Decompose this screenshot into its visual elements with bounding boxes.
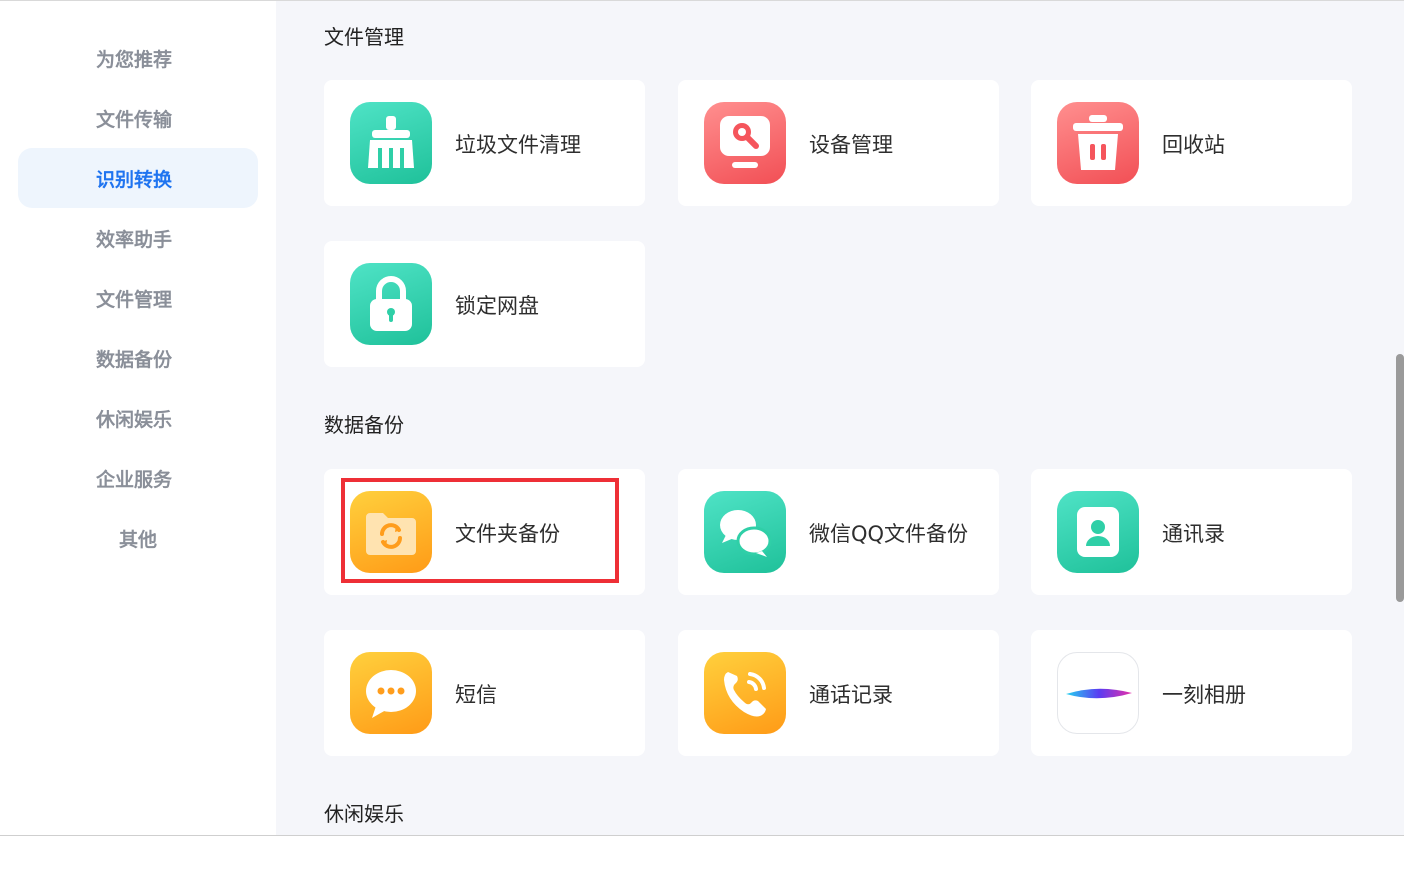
sidebar-item-recommended[interactable]: 为您推荐 (18, 28, 258, 88)
section-title-data-backup: 数据备份 (324, 413, 404, 437)
tool-card-sms[interactable]: 短信 (324, 630, 645, 756)
tool-card-device-management[interactable]: 设备管理 (678, 80, 999, 206)
section-title-entertainment: 休闲娱乐 (324, 802, 404, 826)
sms-bubble-icon (350, 652, 432, 734)
tool-card-wechat-qq-backup[interactable]: 微信QQ文件备份 (678, 469, 999, 595)
tool-card-junk-cleanup[interactable]: 垃圾文件清理 (324, 80, 645, 206)
sidebar-item-label: 效率助手 (96, 229, 173, 251)
main-content: 文件管理 垃圾文件清理 设备管理 回收站 锁定网盘 数据备份 文件夹备份 微信Q… (276, 1, 1404, 835)
chat-bubbles-icon (704, 491, 786, 573)
sidebar-item-recognition-conversion[interactable]: 识别转换 (18, 148, 258, 208)
sidebar-item-efficiency-assistant[interactable]: 效率助手 (18, 208, 258, 268)
sidebar-item-label: 数据备份 (96, 349, 173, 371)
tool-card-label: 锁定网盘 (455, 294, 539, 318)
folder-sync-icon (350, 491, 432, 573)
tool-card-label: 回收站 (1162, 133, 1225, 157)
sidebar-item-label: 其他 (118, 529, 157, 551)
sidebar-item-file-transfer[interactable]: 文件传输 (18, 88, 258, 148)
tool-card-lock-netdisk[interactable]: 锁定网盘 (324, 241, 645, 367)
tool-card-label: 通讯录 (1162, 522, 1225, 546)
app-window: 为您推荐 文件传输 识别转换 效率助手 文件管理 数据备份 休闲娱乐 企业服务 … (0, 0, 1404, 836)
device-monitor-icon (704, 102, 786, 184)
contacts-icon (1057, 491, 1139, 573)
lock-icon (350, 263, 432, 345)
tool-card-label: 短信 (455, 683, 497, 707)
tool-card-label: 设备管理 (809, 133, 893, 157)
tool-card-label: 垃圾文件清理 (455, 133, 581, 157)
broom-icon (350, 102, 432, 184)
tool-card-contacts[interactable]: 通讯录 (1031, 469, 1352, 595)
sidebar-item-label: 文件传输 (96, 109, 173, 131)
sidebar-item-enterprise-services[interactable]: 企业服务 (18, 448, 258, 508)
trash-bin-icon (1057, 102, 1139, 184)
sidebar-item-entertainment[interactable]: 休闲娱乐 (18, 388, 258, 448)
sidebar-item-label: 识别转换 (96, 169, 173, 191)
sidebar-item-data-backup[interactable]: 数据备份 (18, 328, 258, 388)
sidebar-item-label: 企业服务 (96, 469, 173, 491)
tool-card-call-log[interactable]: 通话记录 (678, 630, 999, 756)
tool-card-label: 一刻相册 (1162, 683, 1246, 707)
sidebar-item-other[interactable]: 其他 (18, 508, 258, 568)
album-feather-icon (1057, 652, 1139, 734)
tool-card-folder-backup[interactable]: 文件夹备份 (324, 469, 645, 595)
scrollbar-thumb[interactable] (1396, 354, 1404, 602)
sidebar-item-label: 为您推荐 (96, 49, 173, 71)
sidebar-item-label: 休闲娱乐 (96, 409, 173, 431)
sidebar: 为您推荐 文件传输 识别转换 效率助手 文件管理 数据备份 休闲娱乐 企业服务 … (0, 1, 276, 835)
section-title-file-management: 文件管理 (324, 25, 404, 49)
phone-call-icon (704, 652, 786, 734)
tool-card-label: 微信QQ文件备份 (809, 522, 969, 546)
tool-card-label: 通话记录 (809, 683, 893, 707)
tool-card-recycle-bin[interactable]: 回收站 (1031, 80, 1352, 206)
sidebar-item-label: 文件管理 (96, 289, 173, 311)
tool-card-label: 文件夹备份 (455, 522, 560, 546)
tool-card-yike-album[interactable]: 一刻相册 (1031, 630, 1352, 756)
sidebar-item-file-management[interactable]: 文件管理 (18, 268, 258, 328)
